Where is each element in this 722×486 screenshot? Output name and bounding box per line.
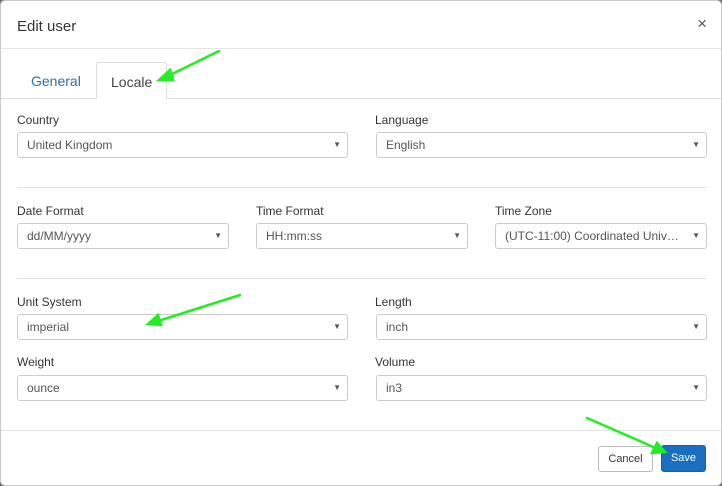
date-format-label: Date Format bbox=[17, 204, 84, 218]
chevron-down-icon: ▼ bbox=[692, 140, 700, 149]
language-select[interactable]: English ▼ bbox=[376, 132, 707, 158]
dialog-title: Edit user bbox=[17, 18, 77, 35]
time-format-label: Time Format bbox=[256, 204, 324, 218]
chevron-down-icon: ▼ bbox=[333, 383, 341, 392]
unit-system-select[interactable]: imperial ▼ bbox=[17, 314, 348, 340]
footer-divider bbox=[1, 430, 721, 431]
length-select[interactable]: inch ▼ bbox=[376, 314, 707, 340]
unit-system-value: imperial bbox=[27, 320, 70, 334]
edit-user-dialog: Edit user × General Locale Country Unite… bbox=[0, 0, 722, 486]
length-value: inch bbox=[386, 320, 409, 334]
section-divider bbox=[17, 278, 706, 279]
time-zone-value: (UTC-11:00) Coordinated Universal Time-1… bbox=[505, 229, 680, 243]
chevron-down-icon: ▼ bbox=[692, 231, 700, 240]
language-label: Language bbox=[375, 113, 429, 127]
weight-label: Weight bbox=[17, 355, 55, 369]
chevron-down-icon: ▼ bbox=[692, 322, 700, 331]
time-zone-label: Time Zone bbox=[495, 204, 552, 218]
date-format-select[interactable]: dd/MM/yyyy ▼ bbox=[17, 223, 229, 249]
weight-value: ounce bbox=[27, 381, 60, 395]
cancel-button[interactable]: Cancel bbox=[598, 446, 653, 472]
close-icon[interactable]: × bbox=[697, 15, 707, 32]
save-button[interactable]: Save bbox=[661, 445, 706, 472]
chevron-down-icon: ▼ bbox=[214, 231, 222, 240]
time-format-value: HH:mm:ss bbox=[266, 229, 322, 243]
length-label: Length bbox=[375, 295, 412, 309]
section-divider bbox=[17, 187, 706, 188]
volume-label: Volume bbox=[375, 355, 416, 369]
volume-value: in3 bbox=[386, 381, 403, 395]
time-format-select[interactable]: HH:mm:ss ▼ bbox=[256, 223, 468, 249]
country-label: Country bbox=[17, 113, 60, 127]
chevron-down-icon: ▼ bbox=[333, 140, 341, 149]
tab-general[interactable]: General bbox=[17, 62, 95, 98]
tab-bar: General Locale bbox=[1, 62, 721, 99]
country-select[interactable]: United Kingdom ▼ bbox=[17, 132, 348, 158]
country-value: United Kingdom bbox=[27, 138, 113, 152]
time-zone-select[interactable]: (UTC-11:00) Coordinated Universal Time-1… bbox=[495, 223, 707, 249]
language-value: English bbox=[386, 138, 426, 152]
weight-select[interactable]: ounce ▼ bbox=[17, 375, 348, 401]
chevron-down-icon: ▼ bbox=[333, 322, 341, 331]
volume-select[interactable]: in3 ▼ bbox=[376, 375, 707, 401]
unit-system-label: Unit System bbox=[17, 295, 82, 309]
date-format-value: dd/MM/yyyy bbox=[27, 229, 92, 243]
tab-locale[interactable]: Locale bbox=[96, 62, 168, 99]
dialog-header: Edit user × bbox=[1, 1, 721, 49]
chevron-down-icon: ▼ bbox=[453, 231, 461, 240]
chevron-down-icon: ▼ bbox=[692, 383, 700, 392]
